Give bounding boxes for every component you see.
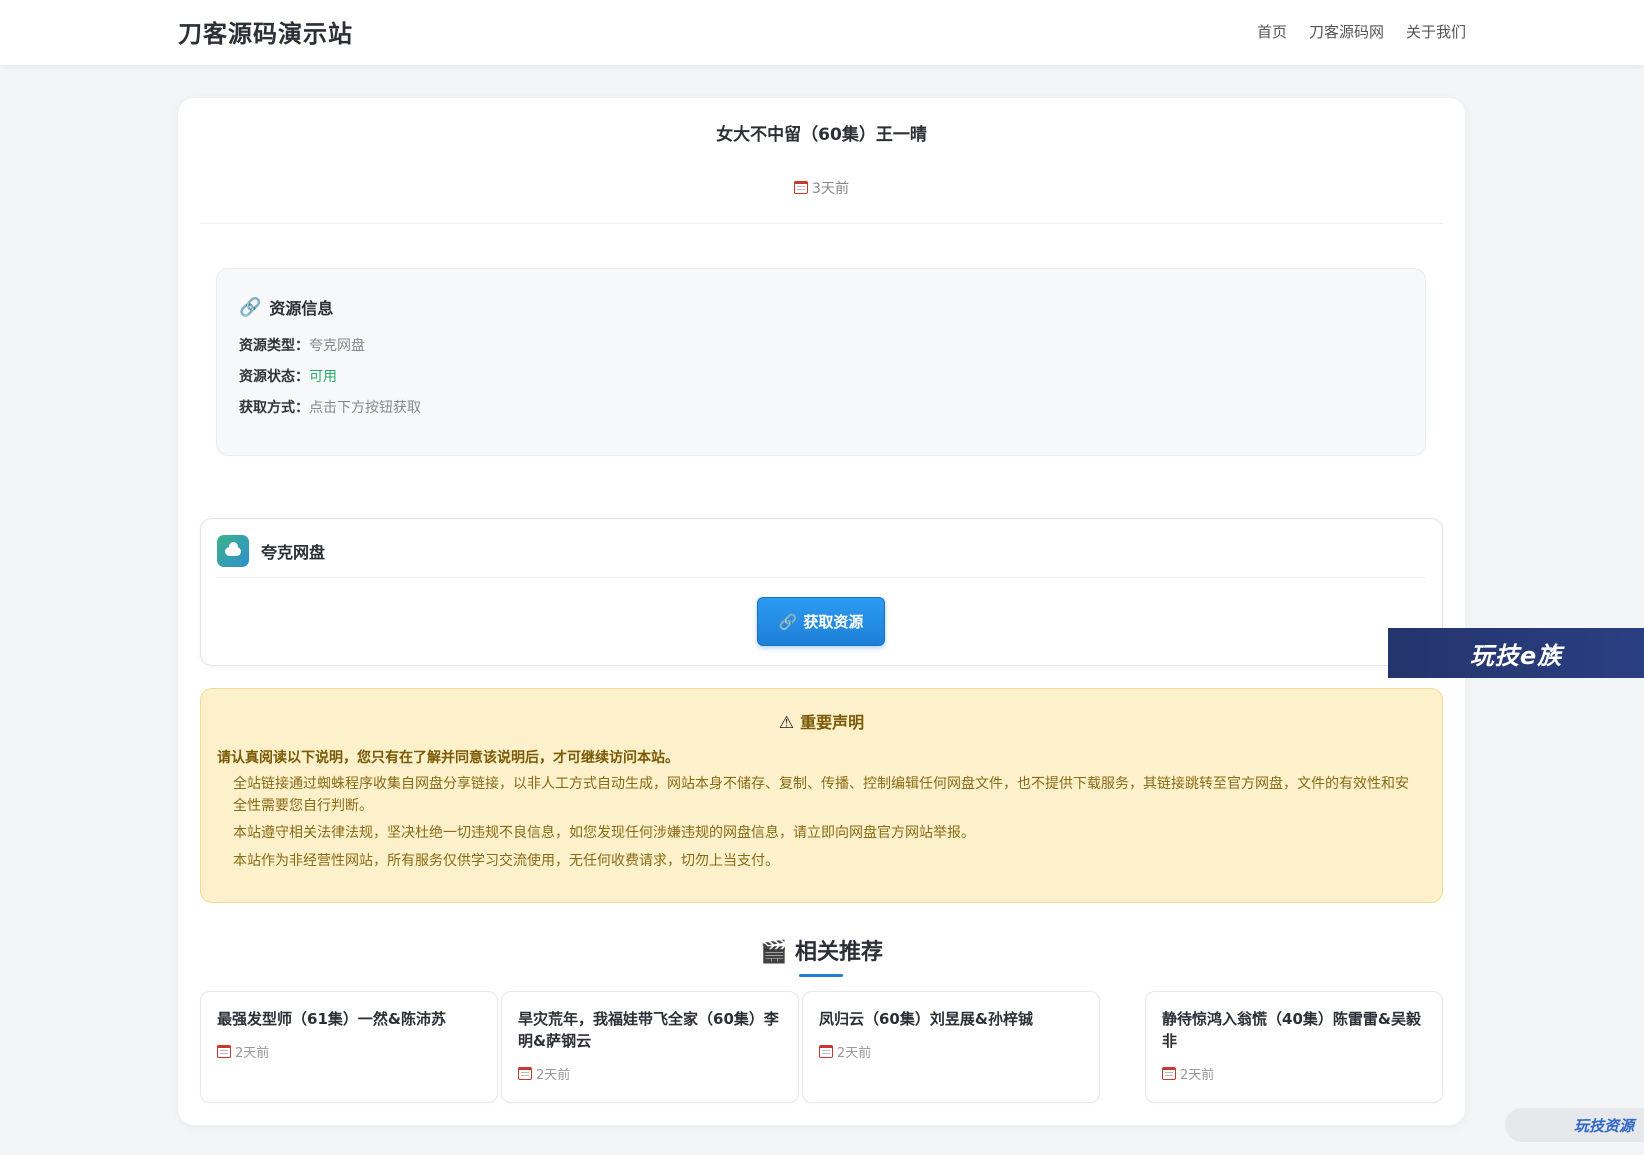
nav-daoke-link[interactable]: 刀客源码网 [1309, 21, 1384, 42]
notice-lead: 请认真阅读以下说明，您只有在了解并同意该说明后，才可继续访问本站。 [217, 750, 679, 766]
resource-info-heading: 🔗 资源信息 [239, 295, 333, 319]
quark-divider [217, 577, 1426, 578]
related-card-title[interactable]: 静待惊鸿入翁慌（40集）陈雷雷&吴毅非 [1162, 1008, 1428, 1052]
related-card-title[interactable]: 最强发型师（61集）一然&陈沛苏 [217, 1008, 483, 1030]
post-card: 女大不中留（60集）王一晴 3天前 🔗 资源信息 资源类型：夸克网盘 资源状态：… [178, 98, 1465, 1125]
nav-home-link[interactable]: 首页 [1257, 21, 1287, 42]
resource-info-title: 资源信息 [269, 299, 334, 318]
related-card-title[interactable]: 凤归云（60集）刘昱展&孙梓铖 [819, 1008, 1085, 1030]
quark-drive-name: 夸克网盘 [261, 543, 326, 562]
get-resource-label: 获取资源 [803, 613, 864, 631]
related-title-row: 🎬 相关推荐 [178, 934, 1465, 966]
quark-drive-box: 夸克网盘 🔗 获取资源 [200, 518, 1443, 666]
calendar-icon [1162, 1067, 1176, 1080]
clapperboard-icon: 🎬 [759, 940, 788, 965]
related-card[interactable]: 最强发型师（61集）一然&陈沛苏 2天前 [200, 991, 498, 1103]
related-card-title[interactable]: 旱灾荒年，我福娃带飞全家（60集）李明&萨钢云 [518, 1008, 784, 1052]
post-title: 女大不中留（60集）王一晴 [716, 125, 927, 145]
post-meta: 3天前 [178, 178, 1465, 198]
calendar-icon [819, 1045, 833, 1058]
notice-title: 重要声明 [800, 713, 865, 732]
related-title: 相关推荐 [795, 940, 884, 965]
resource-status-label: 资源状态： [239, 369, 309, 385]
access-method-label: 获取方式： [239, 400, 309, 416]
warning-icon: ⚠ [778, 713, 795, 733]
related-card-date-row: 2天前 [518, 1064, 570, 1083]
get-resource-button[interactable]: 🔗 获取资源 [757, 597, 885, 646]
resource-type-value: 夸克网盘 [309, 338, 365, 354]
resource-status-value: 可用 [309, 369, 337, 385]
watermark-badge-1: 玩技e族 [1388, 628, 1644, 678]
watermark-badge-2: 玩技资源 [1505, 1108, 1644, 1142]
notice-paragraph: 本站作为非经营性网站，所有服务仅供学习交流使用，无任何收费请求，切勿上当支付。 [233, 853, 779, 869]
resource-status-row: 资源状态：可用 [239, 366, 337, 386]
related-card-date-row: 2天前 [217, 1042, 269, 1061]
notice-paragraph: 全站链接通过蜘蛛程序收集自网盘分享链接，以非人工方式自动生成，网站本身不储存、复… [233, 776, 1409, 814]
disclaimer-notice: ⚠ 重要声明 请认真阅读以下说明，您只有在了解并同意该说明后，才可继续访问本站。 … [200, 688, 1443, 903]
related-title-underline [799, 974, 843, 977]
access-method-value: 点击下方按钮获取 [309, 400, 421, 416]
title-divider [200, 223, 1443, 224]
calendar-icon [217, 1045, 231, 1058]
calendar-icon [518, 1067, 532, 1080]
top-navbar: 刀客源码演示站 首页 刀客源码网 关于我们 [0, 0, 1644, 65]
related-card-date: 2天前 [837, 1046, 872, 1061]
notice-title-row: ⚠ 重要声明 [201, 709, 1442, 733]
related-card[interactable]: 静待惊鸿入翁慌（40集）陈雷雷&吴毅非 2天前 [1145, 991, 1443, 1103]
related-card-date-row: 2天前 [819, 1042, 871, 1061]
cloud-icon [217, 535, 249, 567]
access-method-row: 获取方式：点击下方按钮获取 [239, 397, 421, 417]
resource-type-label: 资源类型： [239, 338, 309, 354]
related-card-date-row: 2天前 [1162, 1064, 1214, 1083]
related-card-date: 2天前 [235, 1046, 270, 1061]
resource-type-row: 资源类型：夸克网盘 [239, 335, 365, 355]
related-card[interactable]: 旱灾荒年，我福娃带飞全家（60集）李明&萨钢云 2天前 [501, 991, 799, 1103]
related-card[interactable]: 凤归云（60集）刘昱展&孙梓铖 2天前 [802, 991, 1100, 1103]
related-card-date: 2天前 [1180, 1068, 1215, 1083]
nav-about-link[interactable]: 关于我们 [1406, 21, 1466, 42]
link-icon: 🔗 [778, 612, 798, 631]
main-nav: 首页 刀客源码网 关于我们 [1257, 21, 1466, 42]
calendar-icon [794, 181, 809, 194]
notice-paragraph: 本站遵守相关法律法规，坚决杜绝一切违规不良信息，如您发现任何涉嫌违规的网盘信息，… [233, 825, 975, 841]
related-card-date: 2天前 [536, 1068, 571, 1083]
post-date: 3天前 [812, 181, 849, 197]
site-brand[interactable]: 刀客源码演示站 [178, 14, 353, 49]
quark-drive-heading: 夸克网盘 [217, 535, 325, 567]
resource-info-box: 🔗 资源信息 资源类型：夸克网盘 资源状态：可用 获取方式：点击下方按钮获取 [216, 268, 1426, 456]
link-icon: 🔗 [239, 296, 262, 318]
